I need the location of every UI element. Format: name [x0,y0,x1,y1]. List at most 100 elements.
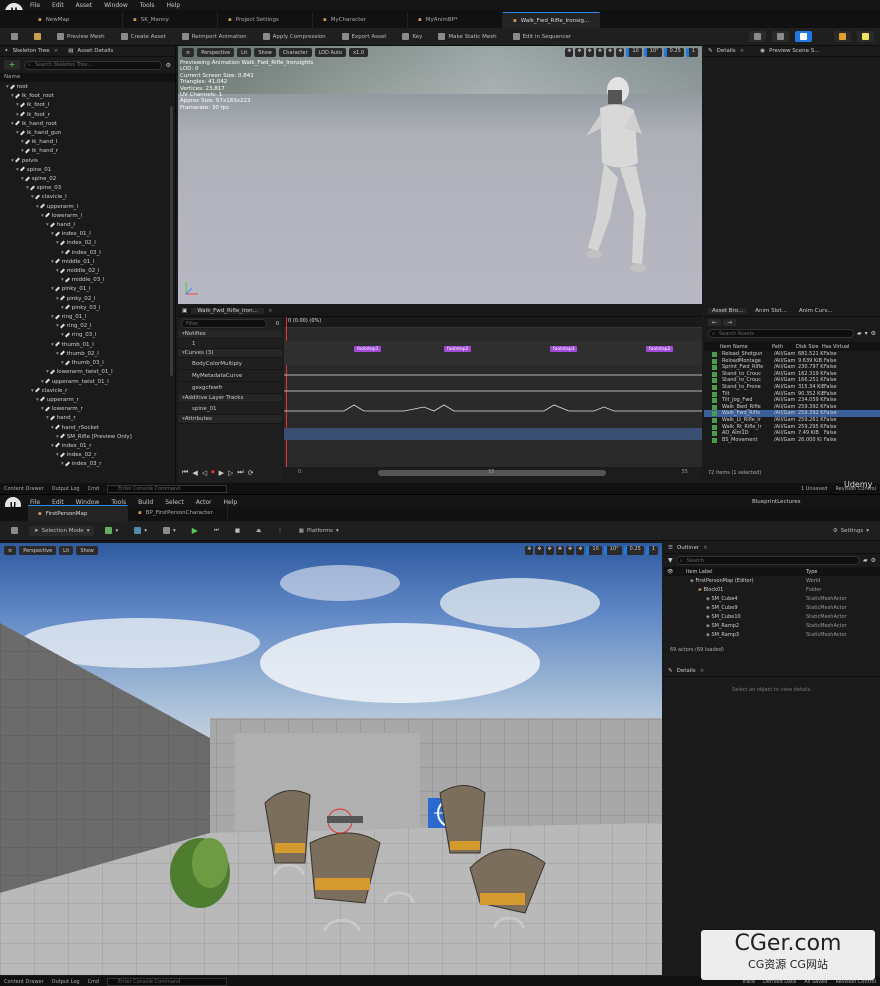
bone-item[interactable]: ▾ lowerarm_r [6,405,175,414]
bone-item[interactable]: ▾ middle_01_l [6,258,175,267]
bone-item[interactable]: ▾ index_03_l [6,249,175,258]
bone-item[interactable]: ▾ pinky_01_l [6,285,175,294]
skeleton-search-input[interactable]: ⌕ Search Skeleton Tree... [24,60,162,70]
outliner-row[interactable]: ◈ SM_Ramp3 StaticMeshActor [664,630,880,639]
bone-item[interactable]: ▾ hand_r [6,414,175,423]
track-gexgcfewfr[interactable]: gexgcfewfr [178,382,282,394]
tab-myanimbp-[interactable]: ▪ MyAnimBP* [408,12,503,28]
menu-tools[interactable]: Tools [140,2,155,9]
expand-arrow-icon[interactable]: ▾ [51,425,54,431]
bone-item[interactable]: ▾ ik_hand_r [6,147,175,156]
cmd-dropdown[interactable]: Cmd [88,979,100,985]
bone-item[interactable]: ▾ spine_02 [6,175,175,184]
asset-col-header[interactable]: Path [772,344,796,350]
bone-item[interactable]: ▾ spine_03 [6,184,175,193]
bone-item[interactable]: ▾ hand_l [6,221,175,230]
output-log-button[interactable]: Output Log [52,486,80,492]
unsaved-indicator[interactable]: 1 Unsaved [801,486,827,492]
current-frame-field[interactable]: 0 [269,321,279,327]
expand-arrow-icon[interactable]: ▾ [51,231,54,237]
toolbar-export-asset-button[interactable]: Export Asset [337,31,392,42]
expand-arrow-icon[interactable]: ▾ [16,112,19,118]
track-1[interactable]: 1 [178,339,282,349]
expand-arrow-icon[interactable]: ▾ [56,296,59,302]
asset-search-input[interactable]: ⌕ Search Assets [708,329,854,338]
asset-row[interactable]: Stand_to_Prone/All/Gam 315.34 KiB False [704,384,880,391]
record-icon[interactable]: ⏺ [211,468,215,477]
scale-icon[interactable]: ✥ [595,48,605,57]
surface-snap-icon[interactable]: ✥ [576,546,585,555]
menu-file[interactable]: File [30,2,40,9]
expand-arrow-icon[interactable]: ▾ [56,452,59,458]
asset-row[interactable]: Walk_Fwd_Rifle/All/Gam 259.392 Ki False [704,410,880,417]
translate-icon[interactable]: ✥ [575,48,584,57]
asset-row[interactable]: BS_Movement/All/Gam 26.000 Ki False [704,437,880,444]
play-icon[interactable]: ▶ [219,469,224,477]
snap-value[interactable]: 10° [643,48,662,57]
persona-viewport[interactable]: ≡ Perspective Lit Show Character LOD Aut… [178,46,702,304]
outliner-search-input[interactable]: ⌕ Search [675,556,860,565]
menu-edit[interactable]: Edit [52,2,64,9]
snap-value[interactable]: 0.25 [663,48,684,57]
lit-button[interactable]: Lit [237,48,252,57]
viewport-menu-button[interactable]: ≡ [182,48,195,57]
bone-item[interactable]: ▾ ik_hand_gun [6,129,175,138]
expand-arrow-icon[interactable]: ▾ [51,443,54,449]
expand-arrow-icon[interactable]: ▾ [31,388,34,394]
toolbar-key-button[interactable]: Key [397,31,427,42]
expand-arrow-icon[interactable]: ▾ [36,204,39,210]
preview-scene-tab[interactable]: Preview Scene S... [769,48,819,54]
bone-item[interactable]: ▾ ring_02_l [6,322,175,331]
track-spine-01[interactable]: spine_01 [178,403,282,415]
skip-end-icon[interactable]: ⏭ [237,468,243,477]
menu-asset[interactable]: Asset [76,2,92,9]
output-log-button[interactable]: Output Log [52,979,80,985]
select-icon[interactable]: ✥ [565,48,574,57]
asset-row[interactable]: Walk_Bwd_Rifle/All/Gam 259.392 Ki False [704,404,880,411]
expand-arrow-icon[interactable]: ▾ [41,406,44,412]
asset-row[interactable]: Stand_to_Crouc/All/Gam 166.251 Ki False [704,377,880,384]
tab-mycharacter[interactable]: ▪ MyCharacter [313,12,408,28]
tab-project-settings[interactable]: ▪ Project Settings [218,12,313,28]
close-icon[interactable]: × [700,668,705,674]
expand-arrow-icon[interactable]: ▾ [46,369,49,375]
bone-item[interactable]: ▾ thumb_02_l [6,350,175,359]
outliner-row[interactable]: ◈ SM_Cube10 StaticMeshActor [664,612,880,621]
expand-arrow-icon[interactable]: ▾ [26,185,29,191]
asset-col-header[interactable]: Has Virtual [822,344,852,350]
notify-marker[interactable]: footstep3 [550,346,578,352]
lod-button[interactable]: LOD Auto [314,48,347,57]
snap-value[interactable]: 10 [626,48,642,57]
toolbar-preview-mesh-button[interactable]: Preview Mesh [52,31,110,42]
bone-item[interactable]: ▾ hand_rSocket [6,424,175,433]
folder-icon[interactable]: ▰ [857,330,862,337]
asset-row[interactable]: Sprint_Fwd_Rifle/All/Gam 230.797 Ki False [704,364,880,371]
notify-marker[interactable]: footstep1 [354,346,382,352]
track-additive-layer-tracks[interactable]: ▾ Additive Layer Tracks [178,394,282,403]
asset-row[interactable]: Walk_Lt_Rifle_Ir/All/Gam 259.261 Ki False [704,417,880,424]
expand-arrow-icon[interactable]: ▾ [11,158,14,164]
bone-item[interactable]: ▾ lowerarm_twist_01_l [6,368,175,377]
bone-item[interactable]: ▾ pelvis [6,157,175,166]
bone-item[interactable]: ▾ upperarm_twist_01_l [6,378,175,387]
expand-arrow-icon[interactable]: ▾ [56,434,59,440]
track-attributes[interactable]: ▾ Attributes [178,415,282,424]
track-notifies[interactable]: ▾ Notifies [178,330,282,339]
platforms-dropdown[interactable]: ▦ Platforms ▾ [294,526,344,536]
expand-arrow-icon[interactable]: ▾ [51,286,54,292]
expand-arrow-icon[interactable]: ▾ [21,139,24,145]
expand-arrow-icon[interactable]: ▾ [16,167,19,173]
expand-arrow-icon[interactable]: ▾ [51,259,54,265]
outliner-row[interactable]: ◈ FirstPersonMap (Editor) World [664,576,880,585]
asset-row[interactable]: Tilt/All/Gam 90.352 KiB False [704,391,880,398]
expand-arrow-icon[interactable]: ▾ [61,461,64,467]
tab-bp-firstpersoncharacter[interactable]: ▪ BP_FirstPersonCharacter [128,505,228,521]
expand-arrow-icon[interactable]: ▾ [11,93,14,99]
tab-sk-manny[interactable]: ▪ SK_Manny [123,12,218,28]
bone-item[interactable]: ▾ middle_02_l [6,267,175,276]
expand-arrow-icon[interactable]: ▾ [56,323,59,329]
asset-col-header[interactable]: Disk Size [796,344,822,350]
skeleton-tree-tab[interactable]: Skeleton Tree [13,48,50,54]
bone-item[interactable]: ▾ index_02_l [6,239,175,248]
bone-item[interactable]: ▾ ik_foot_l [6,101,175,110]
